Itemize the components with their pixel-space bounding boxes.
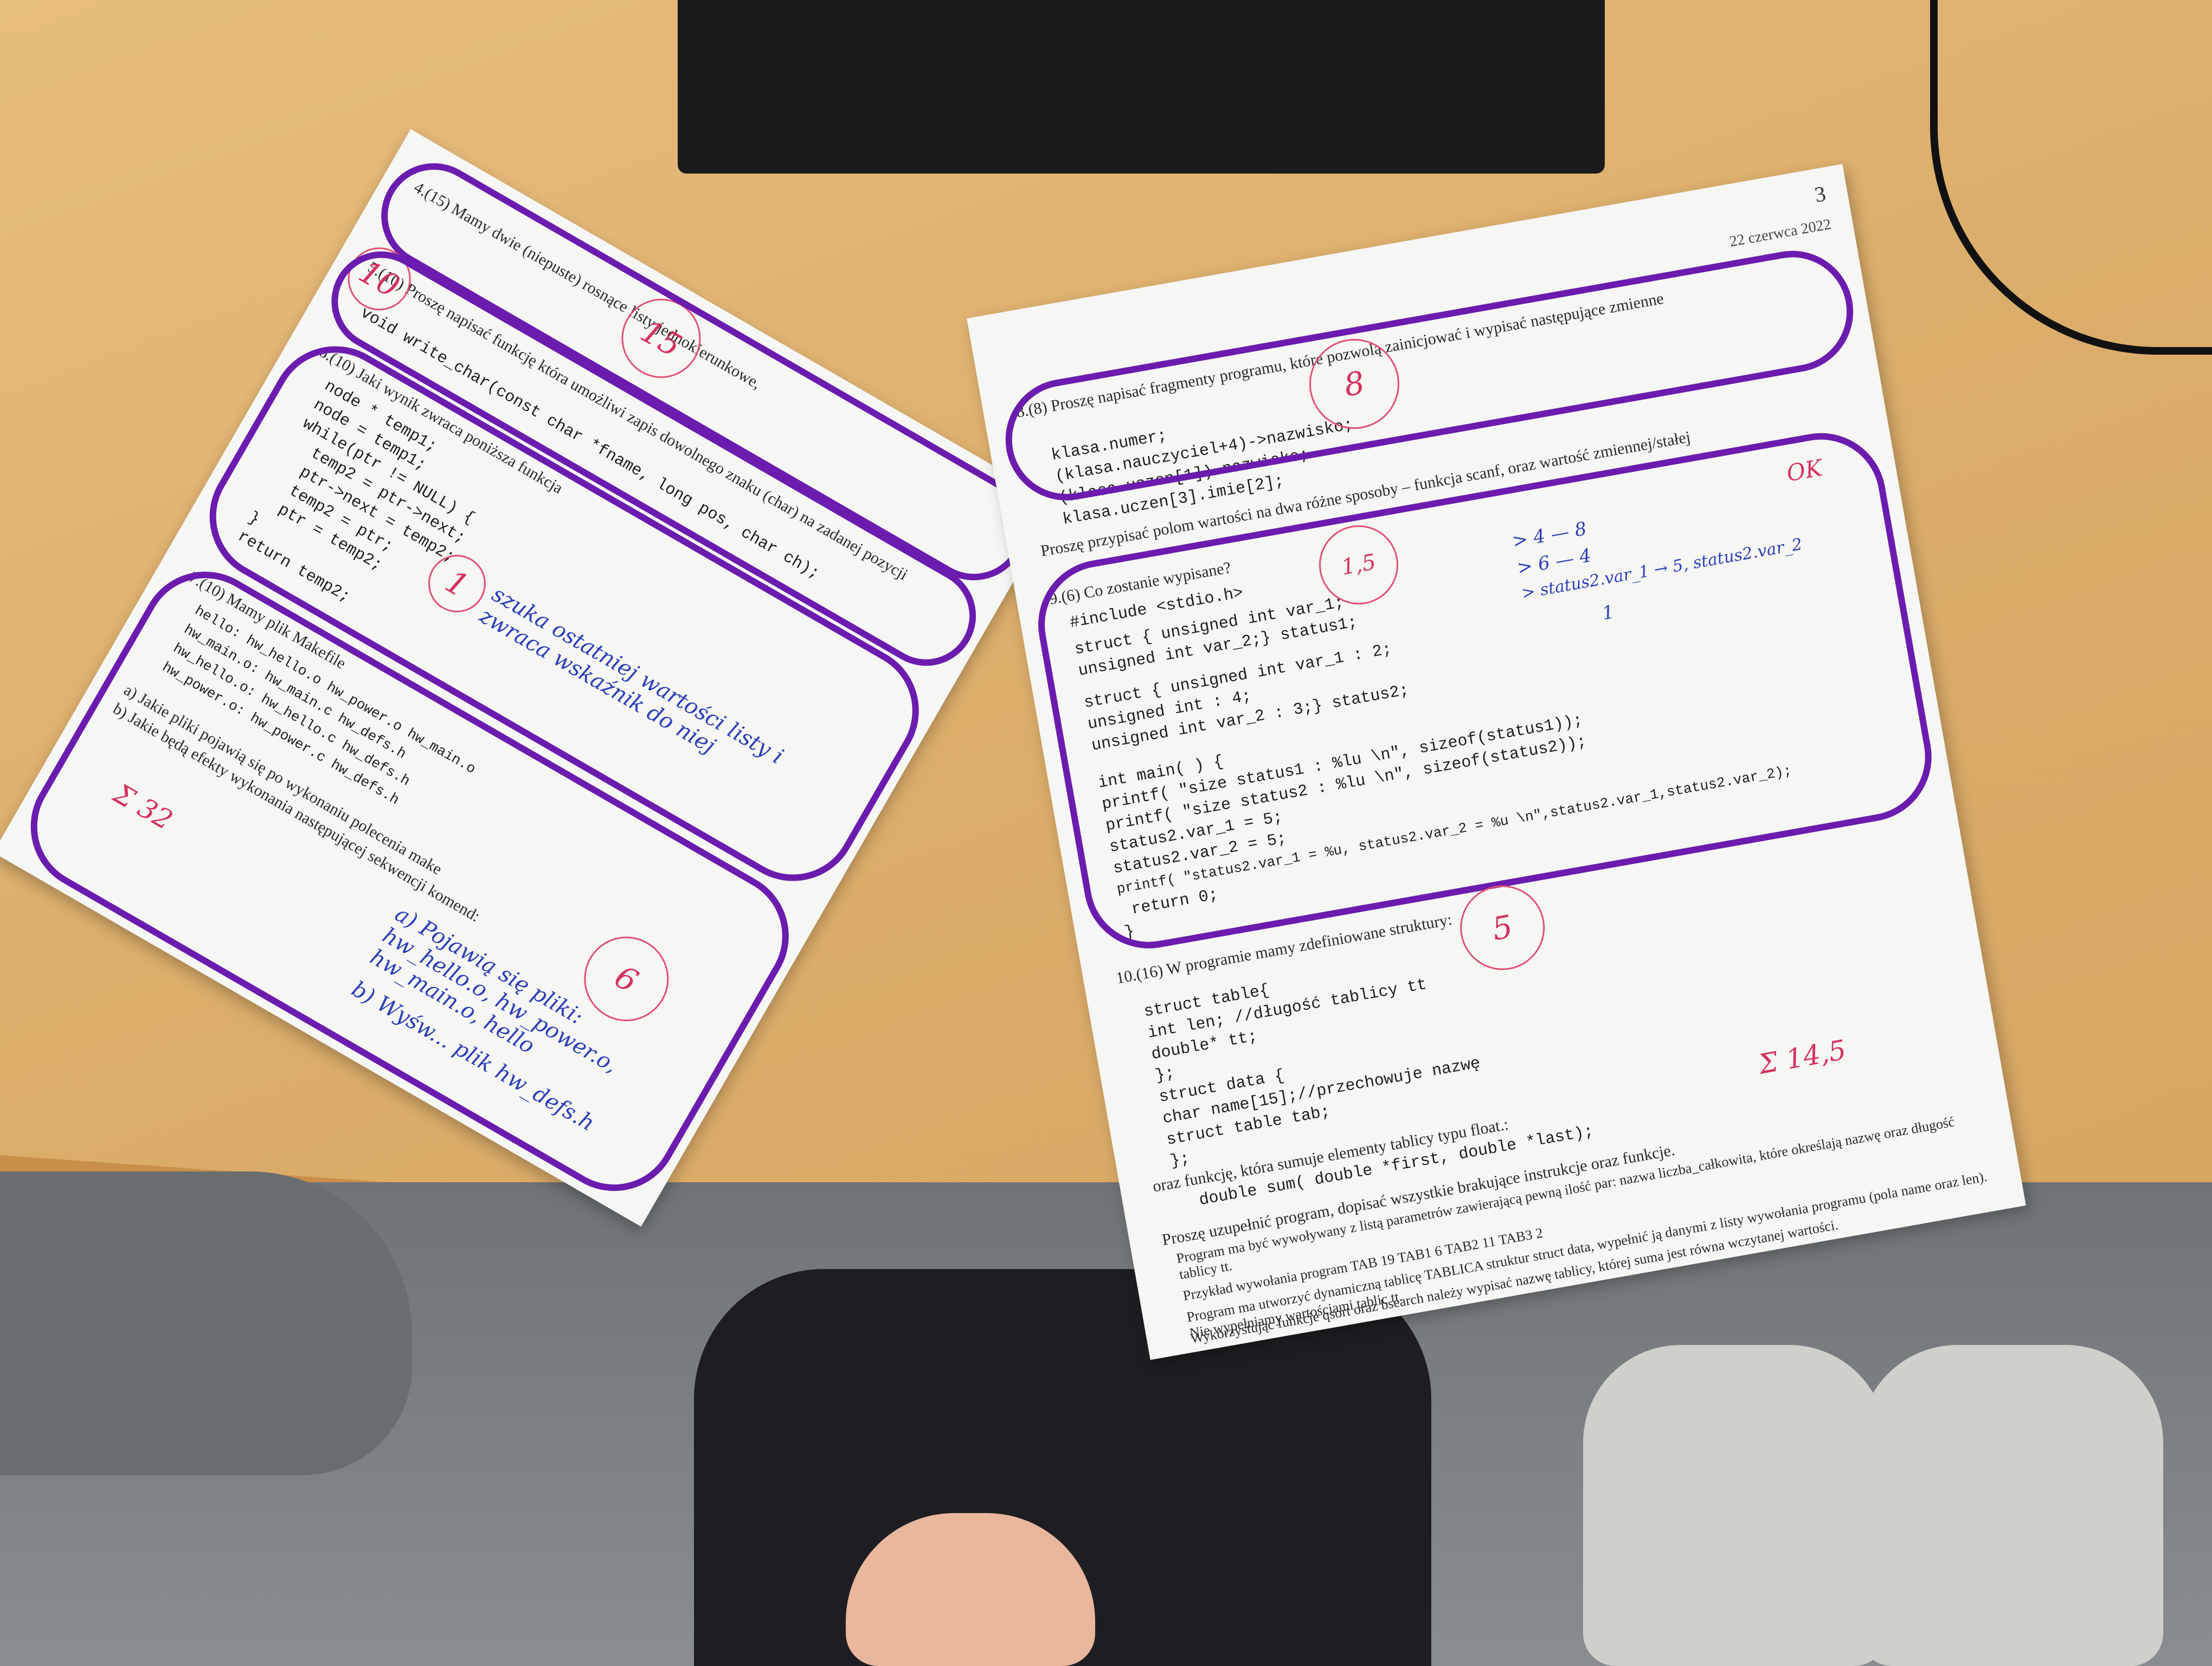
question-10-code-line: }; [1168,1149,1192,1171]
shoe-left [1583,1345,1887,1666]
page-number: 3 [1812,181,1828,207]
exam-date: 22 czerwca 2022 [1728,215,1832,251]
total-score-right: Σ 14,5 [1756,1034,1849,1080]
grade-q10: 5 [1453,879,1552,977]
shoe-right [1860,1345,2163,1666]
question-10-code-line: }; [1154,1064,1176,1086]
exam-sheet-right: 3 22 czerwca 2022 8.(8) Proszę napisać f… [967,164,2026,1360]
laptop [678,0,1605,174]
person-knee [0,1171,412,1475]
